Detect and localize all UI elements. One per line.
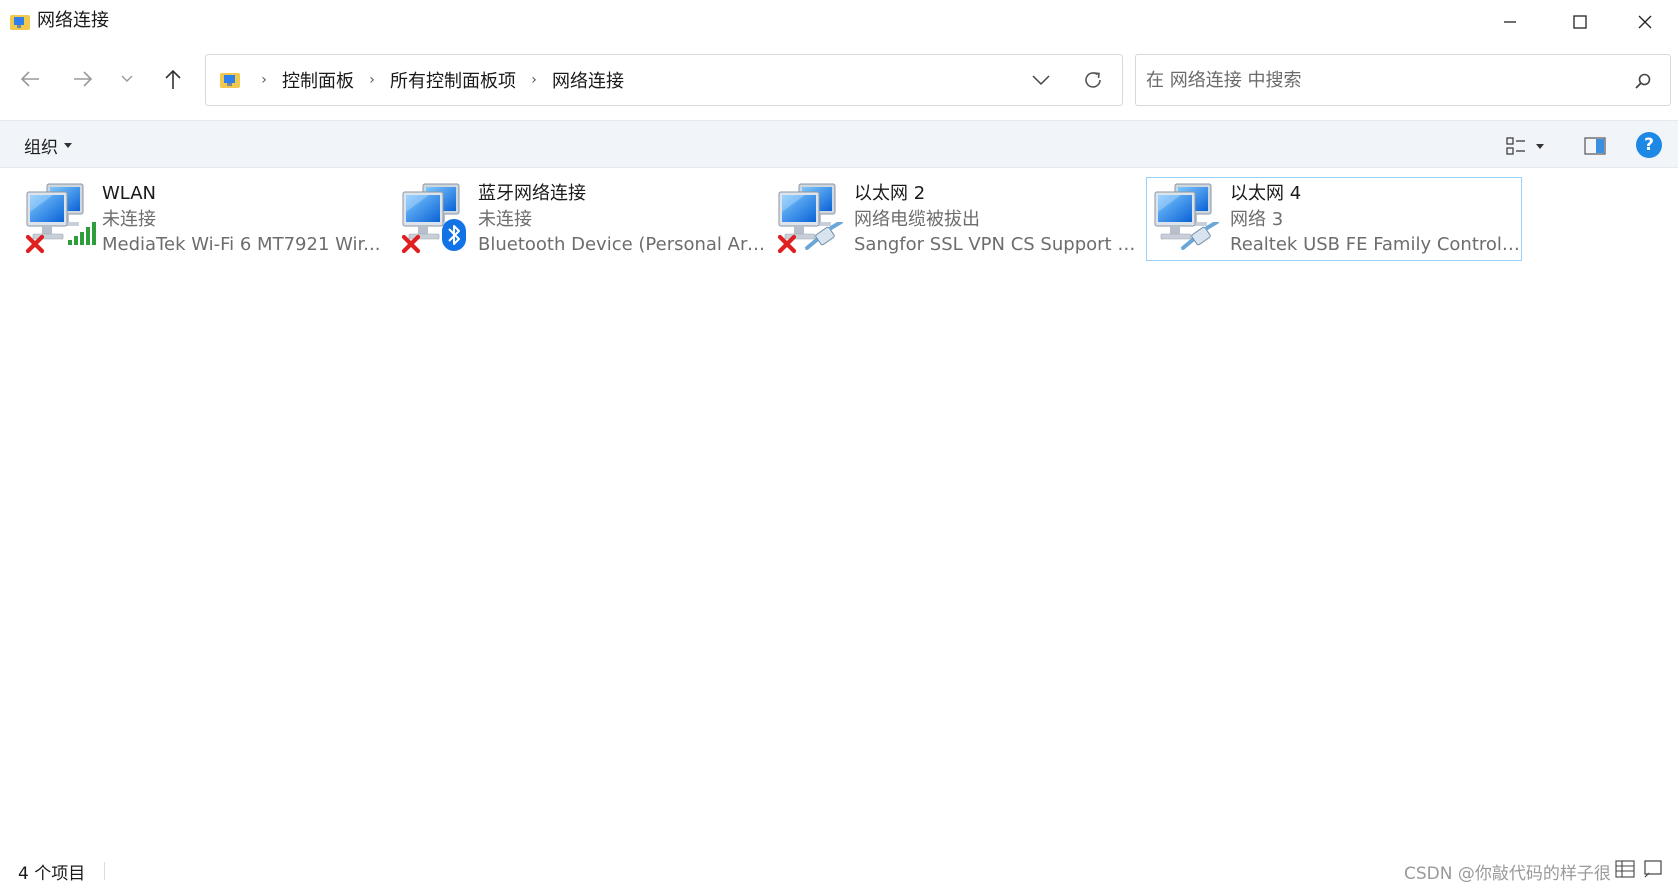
caret-down-icon — [1536, 143, 1544, 149]
preview-pane-button[interactable] — [1582, 133, 1608, 159]
connection-item-wlan[interactable]: WLAN 未连接 MediaTek Wi-Fi 6 MT7921 Wir... — [18, 177, 394, 261]
connection-item-bluetooth[interactable]: 蓝牙网络连接 未连接 Bluetooth Device (Personal Ar… — [394, 177, 770, 261]
chevron-down-icon — [1032, 75, 1050, 86]
organize-menu-button[interactable]: 组织 — [24, 133, 72, 158]
refresh-button[interactable] — [1078, 66, 1108, 94]
connection-device: Sangfor SSL VPN CS Support S... — [854, 234, 1144, 255]
network-folder-icon — [10, 15, 30, 30]
recent-locations-button[interactable] — [113, 62, 141, 96]
breadcrumb-separator-icon[interactable]: › — [358, 72, 386, 88]
breadcrumb-control-panel[interactable]: 控制面板 — [278, 67, 358, 93]
connection-name: WLAN — [102, 183, 157, 204]
refresh-icon — [1085, 72, 1101, 88]
up-button[interactable] — [156, 62, 190, 96]
navigation-bar: › 控制面板 › 所有控制面板项 › 网络连接 — [0, 46, 1678, 120]
connection-device: Realtek USB FE Family Controll... — [1230, 234, 1520, 255]
connection-name: 蓝牙网络连接 — [478, 183, 586, 204]
control-panel-icon — [220, 73, 240, 88]
connection-name: 以太网 2 — [854, 183, 926, 204]
help-button[interactable]: ? — [1636, 132, 1662, 158]
status-bar: 4 个项目 CSDN @你敲代码的样子很 — [0, 852, 1678, 890]
connection-status: 网络 3 — [1230, 209, 1284, 230]
connection-item-ethernet-2[interactable]: 以太网 2 网络电缆被拔出 Sangfor SSL VPN CS Support… — [770, 177, 1146, 261]
maximize-button[interactable] — [1545, 0, 1615, 44]
tiles-view-icon[interactable] — [1643, 859, 1663, 879]
connection-device: Bluetooth Device (Personal Are... — [478, 234, 768, 255]
view-options-icon — [1506, 137, 1525, 155]
command-bar: 组织 ? — [0, 120, 1678, 168]
preview-pane-icon — [1584, 137, 1606, 155]
arrow-right-icon — [74, 71, 93, 87]
breadcrumb-separator-icon[interactable]: › — [520, 72, 548, 88]
connection-status: 未连接 — [478, 209, 532, 230]
forward-button[interactable] — [66, 62, 100, 96]
connection-status: 网络电缆被拔出 — [854, 209, 980, 230]
bluetooth-adapter-icon — [399, 182, 467, 256]
minimize-button[interactable] — [1475, 0, 1545, 44]
ethernet-adapter-icon — [1151, 182, 1219, 250]
title-bar: 网络连接 — [0, 0, 1678, 46]
breadcrumb-all-control-panel-items[interactable]: 所有控制面板项 — [386, 67, 520, 93]
connection-name: 以太网 4 — [1230, 183, 1302, 204]
details-view-icon[interactable] — [1615, 859, 1635, 879]
arrow-left-icon — [20, 71, 39, 87]
status-divider — [104, 862, 105, 880]
breadcrumb-network-connections[interactable]: 网络连接 — [548, 67, 628, 93]
status-view-switcher — [1615, 859, 1663, 879]
close-icon — [1638, 15, 1652, 29]
search-box[interactable] — [1135, 54, 1671, 106]
caret-down-icon — [64, 142, 72, 148]
search-icon[interactable] — [1631, 69, 1655, 93]
minimize-icon — [1504, 21, 1516, 23]
connection-item-ethernet-4[interactable]: 以太网 4 网络 3 Realtek USB FE Family Control… — [1146, 177, 1522, 261]
address-bar[interactable]: › 控制面板 › 所有控制面板项 › 网络连接 — [205, 54, 1123, 106]
maximize-icon — [1573, 15, 1587, 29]
connections-list: WLAN 未连接 MediaTek Wi-Fi 6 MT7921 Wir... … — [0, 168, 1678, 852]
address-history-button[interactable] — [1026, 67, 1056, 93]
organize-label: 组织 — [24, 137, 58, 158]
wifi-adapter-icon — [23, 182, 96, 256]
connection-device: MediaTek Wi-Fi 6 MT7921 Wir... — [102, 234, 381, 255]
breadcrumb: › 控制面板 › 所有控制面板项 › 网络连接 — [250, 55, 628, 105]
close-button[interactable] — [1612, 0, 1678, 44]
breadcrumb-separator-icon[interactable]: › — [250, 72, 278, 88]
window-title: 网络连接 — [37, 10, 109, 31]
chevron-down-icon — [121, 75, 133, 82]
connection-status: 未连接 — [102, 209, 156, 230]
change-view-button[interactable] — [1506, 133, 1554, 159]
search-input[interactable] — [1146, 65, 1606, 95]
watermark-text: CSDN @你敲代码的样子很 — [1404, 864, 1611, 884]
ethernet-adapter-icon — [775, 182, 843, 256]
arrow-up-icon — [165, 69, 181, 89]
item-count: 4 个项目 — [18, 864, 86, 884]
back-button[interactable] — [13, 62, 47, 96]
